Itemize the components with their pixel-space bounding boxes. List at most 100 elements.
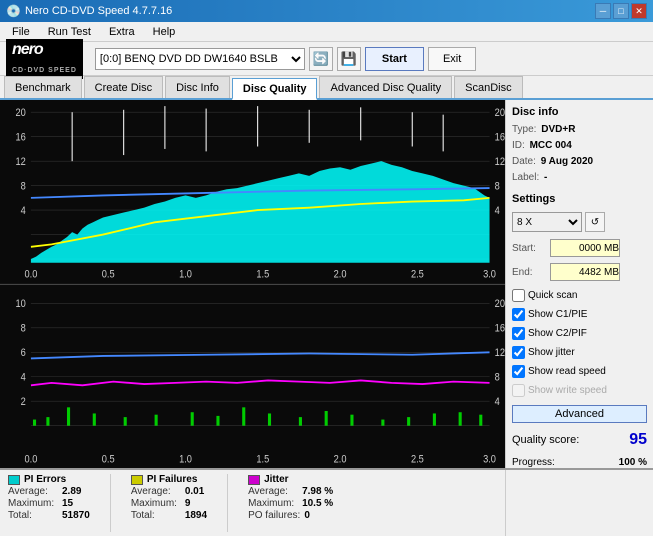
disc-label-val: - — [544, 172, 547, 183]
toolbar: nero CD·DVD SPEED [0:0] BENQ DVD DD DW16… — [0, 42, 653, 76]
disc-info-label: Disc info — [512, 106, 647, 118]
pi-max-val: 15 — [62, 498, 73, 509]
svg-text:0.0: 0.0 — [24, 269, 37, 281]
svg-text:20: 20 — [495, 298, 505, 310]
pif-max-row: Maximum: 9 — [131, 498, 207, 509]
divider1 — [110, 474, 111, 532]
pi-total-row: Total: 51870 — [8, 510, 90, 521]
show-c2-label: Show C2/PIF — [528, 328, 587, 339]
pif-total-row: Total: 1894 — [131, 510, 207, 521]
svg-text:1.5: 1.5 — [256, 269, 269, 281]
app-title: Nero CD-DVD Speed 4.7.7.16 — [25, 5, 172, 17]
svg-text:8: 8 — [21, 181, 26, 193]
refresh-icon[interactable]: 🔄 — [309, 47, 333, 71]
svg-text:1.0: 1.0 — [179, 453, 192, 465]
po-failures-label: PO failures: — [248, 510, 300, 521]
advanced-button[interactable]: Advanced — [512, 405, 647, 423]
svg-text:2.5: 2.5 — [411, 453, 424, 465]
jitter-avg-row: Average: 7.98 % — [248, 486, 333, 497]
disc-label-row: Label: - — [512, 172, 647, 183]
svg-text:20: 20 — [15, 107, 26, 119]
start-label: Start: — [512, 243, 547, 254]
menu-extra[interactable]: Extra — [101, 24, 143, 40]
svg-text:2.0: 2.0 — [334, 269, 347, 281]
app-icon: 💿 — [6, 4, 21, 18]
title-bar-left: 💿 Nero CD-DVD Speed 4.7.7.16 — [6, 4, 172, 18]
jitter-stats: Jitter Average: 7.98 % Maximum: 10.5 % P… — [248, 474, 333, 532]
drive-select[interactable]: [0:0] BENQ DVD DD DW1640 BSLB — [95, 48, 305, 70]
menu-run-test[interactable]: Run Test — [40, 24, 99, 40]
pif-total-val: 1894 — [185, 510, 207, 521]
speed-select[interactable]: 8 X — [512, 212, 582, 232]
menu-help[interactable]: Help — [145, 24, 184, 40]
pif-total-key: Total: — [131, 510, 181, 521]
svg-text:16: 16 — [495, 322, 505, 334]
disc-id-row: ID: MCC 004 — [512, 140, 647, 151]
show-jitter-row: Show jitter — [512, 346, 647, 359]
tab-scandisc[interactable]: ScanDisc — [454, 76, 522, 98]
minimize-button[interactable]: ─ — [595, 3, 611, 19]
pi-max-key: Maximum: — [8, 498, 58, 509]
start-row: Start: — [512, 239, 647, 257]
menu-file[interactable]: File — [4, 24, 38, 40]
progress-row: Progress: 100 % — [512, 457, 647, 468]
start-input[interactable] — [550, 239, 620, 257]
progress-key: Progress: — [512, 457, 555, 468]
pi-total-key: Total: — [8, 510, 58, 521]
nero-logo-area: nero CD·DVD SPEED — [6, 39, 83, 79]
svg-text:0.5: 0.5 — [102, 269, 115, 281]
tab-disc-info[interactable]: Disc Info — [165, 76, 230, 98]
jitter-color — [248, 475, 260, 485]
show-jitter-label: Show jitter — [528, 347, 575, 358]
exit-button[interactable]: Exit — [428, 47, 476, 71]
divider2 — [227, 474, 228, 532]
pif-max-val: 9 — [185, 498, 191, 509]
tab-disc-quality[interactable]: Disc Quality — [232, 78, 318, 100]
show-read-speed-label: Show read speed — [528, 366, 606, 377]
show-c2-checkbox[interactable] — [512, 327, 525, 340]
menu-bar: File Run Test Extra Help — [0, 22, 653, 42]
maximize-button[interactable]: □ — [613, 3, 629, 19]
show-write-speed-label: Show write speed — [528, 385, 607, 396]
svg-text:3.0: 3.0 — [483, 453, 496, 465]
jitter-legend: Jitter — [248, 474, 333, 485]
window-controls: ─ □ ✕ — [595, 3, 647, 19]
jitter-avg-val: 7.98 % — [302, 486, 333, 497]
quality-score-label: Quality score: — [512, 434, 579, 446]
pi-failures-stats: PI Failures Average: 0.01 Maximum: 9 Tot… — [131, 474, 207, 532]
jitter-max-val: 10.5 % — [302, 498, 333, 509]
show-c1-label: Show C1/PIE — [528, 309, 587, 320]
tab-advanced-disc-quality[interactable]: Advanced Disc Quality — [319, 76, 452, 98]
jitter-max-row: Maximum: 10.5 % — [248, 498, 333, 509]
charts-area: 20 16 12 8 4 20 16 12 8 4 0.0 0.5 1.0 1.… — [0, 100, 505, 468]
svg-text:1.5: 1.5 — [256, 453, 269, 465]
tab-create-disc[interactable]: Create Disc — [84, 76, 163, 98]
pi-avg-row: Average: 2.89 — [8, 486, 90, 497]
pi-failures-color — [131, 475, 143, 485]
tab-benchmark[interactable]: Benchmark — [4, 76, 82, 98]
svg-text:4: 4 — [21, 205, 26, 217]
svg-text:8: 8 — [21, 322, 26, 334]
refresh-speed-icon[interactable]: ↺ — [585, 212, 605, 232]
show-read-speed-checkbox[interactable] — [512, 365, 525, 378]
show-write-speed-row: Show write speed — [512, 384, 647, 397]
close-button[interactable]: ✕ — [631, 3, 647, 19]
start-button[interactable]: Start — [365, 47, 424, 71]
end-input[interactable] — [550, 263, 620, 281]
stats-groups: PI Errors Average: 2.89 Maximum: 15 Tota… — [0, 470, 505, 536]
svg-text:16: 16 — [495, 132, 505, 144]
pi-errors-color — [8, 475, 20, 485]
pif-max-key: Maximum: — [131, 498, 181, 509]
show-c1-checkbox[interactable] — [512, 308, 525, 321]
quick-scan-checkbox[interactable] — [512, 289, 525, 302]
svg-text:4: 4 — [21, 371, 26, 383]
svg-text:8: 8 — [495, 181, 500, 193]
svg-text:6: 6 — [21, 347, 26, 359]
svg-text:12: 12 — [495, 347, 505, 359]
disc-date-val: 9 Aug 2020 — [541, 156, 593, 167]
show-jitter-checkbox[interactable] — [512, 346, 525, 359]
speed-row: 8 X ↺ — [512, 212, 647, 232]
disc-id-key: ID: — [512, 140, 525, 151]
svg-text:20: 20 — [495, 107, 505, 119]
save-icon[interactable]: 💾 — [337, 47, 361, 71]
